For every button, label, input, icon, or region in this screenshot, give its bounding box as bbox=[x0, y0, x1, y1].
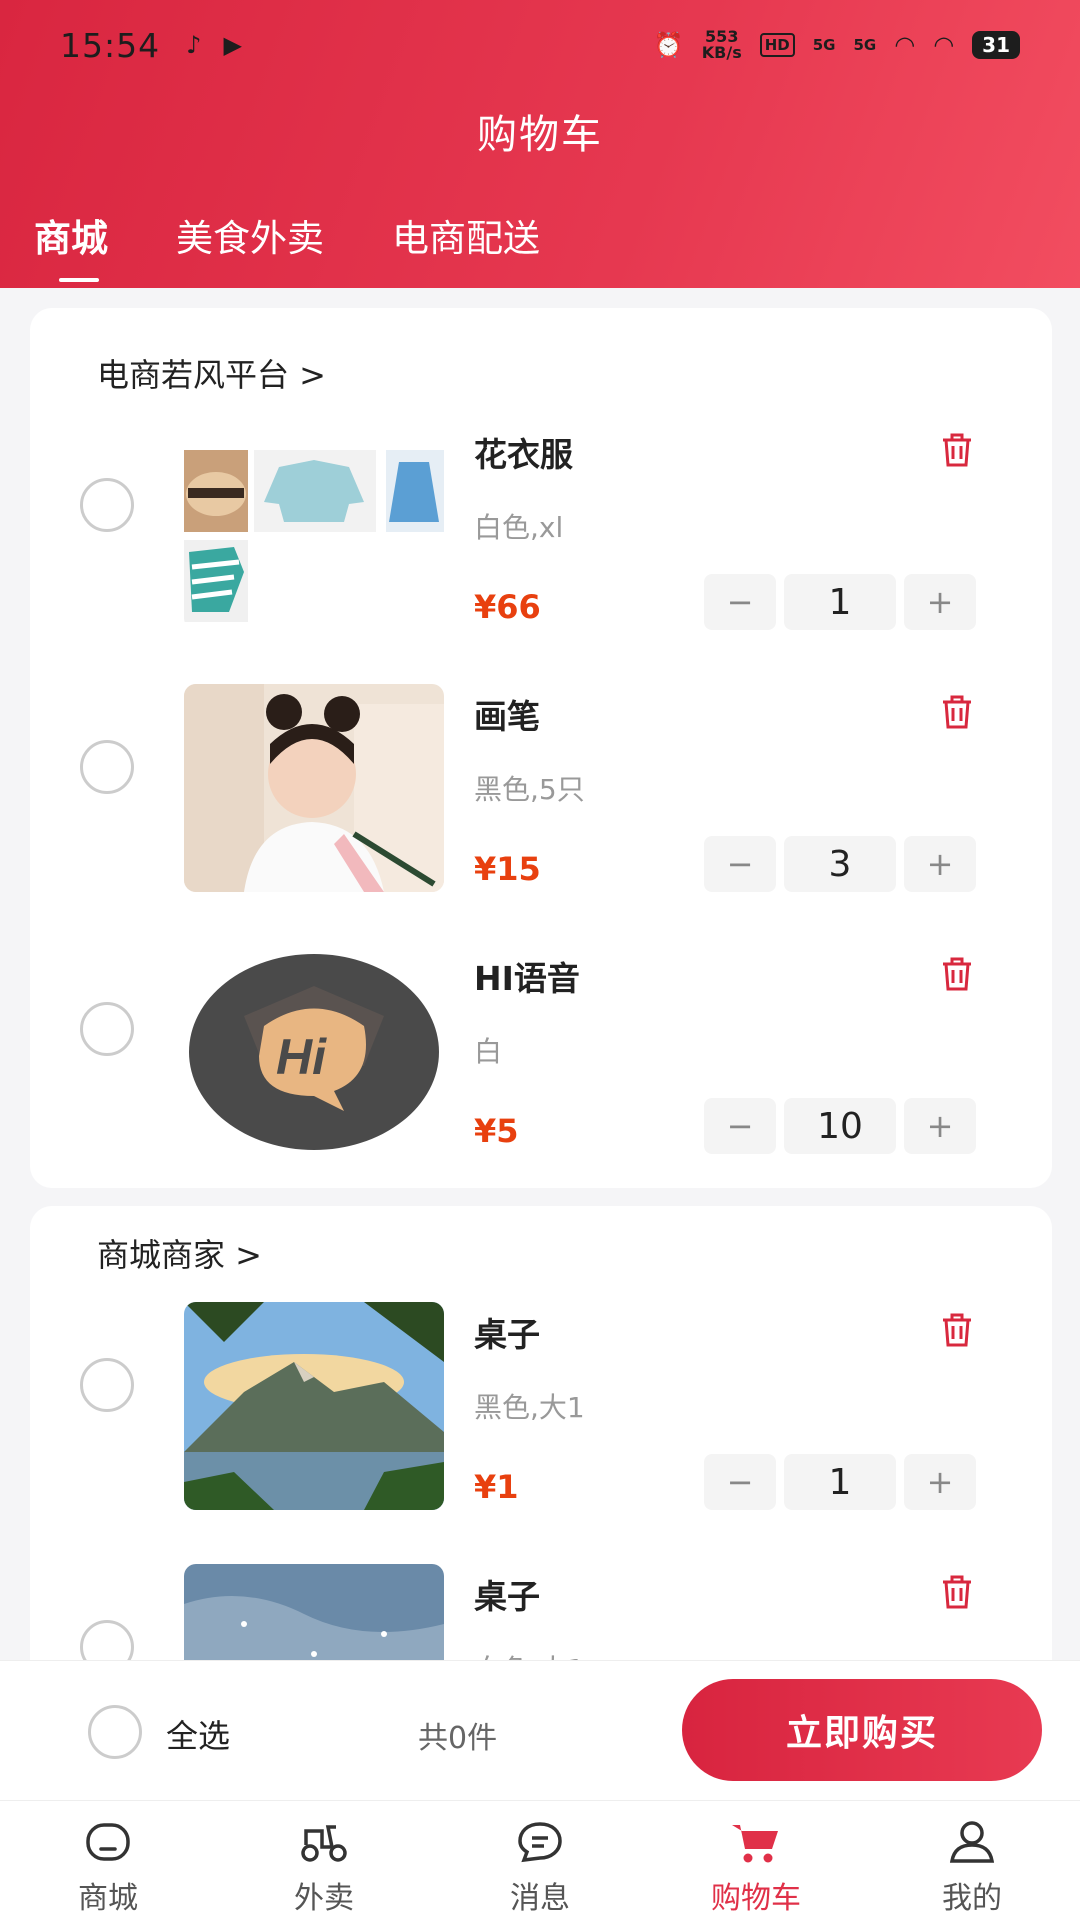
quantity-stepper: − 3 + bbox=[704, 836, 976, 892]
nav-item-takeout[interactable]: 外卖 bbox=[216, 1801, 432, 1920]
cart-item: 画笔 黑色,5只 ¥15 − 3 + bbox=[30, 650, 1052, 912]
product-name[interactable]: HI语音 bbox=[474, 952, 580, 1000]
product-spec: 白色,大1 bbox=[474, 1648, 585, 1660]
video-icon: ▶ bbox=[223, 31, 242, 59]
trash-icon[interactable] bbox=[940, 1574, 974, 1610]
decrease-button[interactable]: − bbox=[704, 574, 776, 630]
item-count: 共0件 bbox=[418, 1721, 498, 1756]
trash-icon[interactable] bbox=[940, 956, 974, 992]
quantity-stepper: − 1 + bbox=[704, 1454, 976, 1510]
cart-item: Hi HI语音 白 ¥5 − 10 + bbox=[30, 912, 1052, 1174]
signal-5g-2: 5G bbox=[853, 36, 877, 54]
nav-item-messages[interactable]: 消息 bbox=[432, 1801, 648, 1920]
store-card: 电商若风平台 > 花衣服 白色,xl ¥66 − 1 + 画笔 黑色,5只 ¥1… bbox=[30, 308, 1052, 1188]
battery-icon: 31 bbox=[972, 31, 1020, 59]
cart-item: 桌子 黑色,大1 ¥1 − 1 + bbox=[30, 1268, 1052, 1530]
wifi-icon-2: ◠ bbox=[933, 31, 955, 59]
alarm-icon: ⏰ bbox=[653, 31, 684, 59]
nav-item-mall[interactable]: 商城 bbox=[0, 1801, 216, 1920]
product-spec: 黑色,5只 bbox=[474, 773, 585, 806]
category-tabs: 商城 美食外卖 电商配送 bbox=[34, 208, 540, 282]
hd-badge: HD bbox=[759, 33, 795, 57]
decrease-button[interactable]: − bbox=[704, 1098, 776, 1154]
select-all-checkbox[interactable] bbox=[88, 1705, 142, 1759]
quantity-value[interactable]: 3 bbox=[784, 836, 896, 892]
message-icon bbox=[518, 1822, 562, 1863]
item-checkbox[interactable] bbox=[80, 478, 134, 532]
item-checkbox[interactable] bbox=[80, 1358, 134, 1412]
quantity-value[interactable]: 1 bbox=[784, 1454, 896, 1510]
header: 15:54 ♪ ▶ ⏰ 553 KB/s HD 5G 5G ◠ ◠ 31 购物车… bbox=[0, 0, 1080, 288]
decrease-button[interactable]: − bbox=[704, 1454, 776, 1510]
product-name[interactable]: 桌子 bbox=[474, 1308, 540, 1356]
cart-list[interactable]: 电商若风平台 > 花衣服 白色,xl ¥66 − 1 + 画笔 黑色,5只 ¥1… bbox=[0, 288, 1080, 1660]
cart-item: 桌子 白色,大1 bbox=[30, 1530, 1052, 1660]
svg-text:Hi: Hi bbox=[276, 1029, 327, 1085]
product-spec: 白 bbox=[474, 1035, 503, 1068]
map-image[interactable] bbox=[184, 1564, 444, 1660]
trash-icon[interactable] bbox=[940, 432, 974, 468]
bottom-nav: 商城 外卖 消息 购物车 我的 bbox=[0, 1800, 1080, 1920]
nav-item-profile[interactable]: 我的 bbox=[864, 1801, 1080, 1920]
increase-button[interactable]: + bbox=[904, 1454, 976, 1510]
girl-painting-photo[interactable] bbox=[184, 684, 444, 892]
quantity-stepper: − 1 + bbox=[704, 574, 976, 630]
increase-button[interactable]: + bbox=[904, 1098, 976, 1154]
checkout-bar: 全选 共0件 立即购买 bbox=[0, 1660, 1080, 1800]
item-checkbox[interactable] bbox=[80, 740, 134, 794]
increase-button[interactable]: + bbox=[904, 574, 976, 630]
product-price: ¥66 bbox=[474, 588, 541, 626]
product-name[interactable]: 画笔 bbox=[474, 690, 540, 738]
clothes-collage-image[interactable] bbox=[184, 422, 444, 630]
status-time: 15:54 bbox=[60, 25, 161, 65]
select-all-label[interactable]: 全选 bbox=[166, 1711, 230, 1757]
net-speed: 553 KB/s bbox=[701, 27, 742, 62]
item-checkbox[interactable] bbox=[80, 1002, 134, 1056]
tab-ecommerce-delivery[interactable]: 电商配送 bbox=[392, 208, 540, 262]
user-icon bbox=[949, 1821, 995, 1863]
trash-icon[interactable] bbox=[940, 694, 974, 730]
status-bar: 15:54 ♪ ▶ ⏰ 553 KB/s HD 5G 5G ◠ ◠ 31 bbox=[0, 0, 1080, 90]
music-icon: ♪ bbox=[186, 31, 202, 59]
nav-item-cart[interactable]: 购物车 bbox=[648, 1801, 864, 1920]
hi-logo-image[interactable]: Hi bbox=[184, 946, 444, 1154]
page-title: 购物车 bbox=[477, 112, 603, 158]
product-price: ¥5 bbox=[474, 1112, 519, 1150]
signal-5g-1: 5G bbox=[812, 36, 836, 54]
trash-icon[interactable] bbox=[940, 1312, 974, 1348]
mountain-lake-photo[interactable] bbox=[184, 1302, 444, 1510]
product-spec: 黑色,大1 bbox=[474, 1391, 585, 1424]
quantity-stepper: − 10 + bbox=[704, 1098, 976, 1154]
scooter-icon bbox=[301, 1825, 347, 1862]
item-checkbox[interactable] bbox=[80, 1620, 134, 1660]
decrease-button[interactable]: − bbox=[704, 836, 776, 892]
home-icon bbox=[86, 1823, 130, 1861]
store-card: 商城商家 > 桌子 黑色,大1 ¥1 − 1 + 桌子 bbox=[30, 1206, 1052, 1660]
tab-underline bbox=[59, 278, 99, 282]
quantity-value[interactable]: 10 bbox=[784, 1098, 896, 1154]
product-price: ¥15 bbox=[474, 850, 541, 888]
product-name[interactable]: 桌子 bbox=[474, 1570, 540, 1618]
increase-button[interactable]: + bbox=[904, 836, 976, 892]
cart-icon bbox=[732, 1825, 778, 1863]
product-price: ¥1 bbox=[474, 1468, 519, 1506]
tab-mall[interactable]: 商城 bbox=[34, 208, 108, 282]
cart-item: 花衣服 白色,xl ¥66 − 1 + bbox=[30, 388, 1052, 650]
product-name[interactable]: 花衣服 bbox=[474, 428, 573, 476]
tab-food-delivery[interactable]: 美食外卖 bbox=[176, 208, 324, 262]
product-spec: 白色,xl bbox=[474, 511, 564, 544]
buy-now-button[interactable]: 立即购买 bbox=[682, 1679, 1042, 1781]
wifi-icon: ◠ bbox=[894, 31, 916, 59]
quantity-value[interactable]: 1 bbox=[784, 574, 896, 630]
